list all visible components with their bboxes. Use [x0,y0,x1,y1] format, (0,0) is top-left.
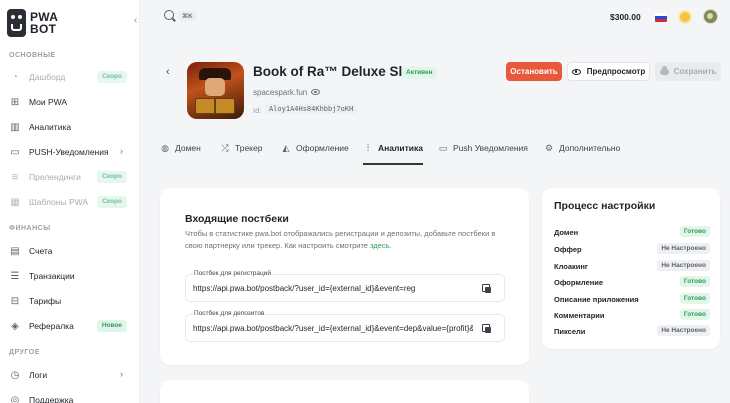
field-label: Постбек для депозитов [193,310,266,317]
tariffs-icon: ⊟ [10,295,20,307]
sidebar-item-transactions[interactable]: ☰ Транзакции [9,267,131,285]
id-value[interactable]: Aloy1A4Hs84Khbbj7oKH [265,104,358,114]
chevron-right-icon: › [120,146,123,156]
setup-progress-card: Процесс настройки Домен Готово Оффер Не … [542,188,720,349]
prelanding-icon: ≋ [10,171,20,183]
help-link[interactable]: здесь [370,241,389,250]
analytics-icon: ⫶ [366,142,370,153]
status-badge: Готово [679,309,710,320]
sidebar-item-referral[interactable]: ◈ Рефералка Новое [9,317,131,335]
globe-icon: ◍ [161,142,169,153]
setup-step: Пиксели Не Настроено [554,325,710,338]
chevron-right-icon: › [120,369,123,379]
cloud-upload-icon [659,65,669,75]
setup-step: Оффер Не Настроено [554,243,710,256]
gear-icon: ⚙ [544,142,554,153]
setup-title: Процесс настройки [554,200,656,212]
postback-registration-field[interactable]: Постбек для регистраций https://api.pwa.… [185,270,505,302]
tab-push[interactable]: ▭ Push Уведомления [438,143,528,165]
transactions-icon: ☰ [10,270,20,282]
collapse-sidebar-icon[interactable]: ‹ [134,15,137,26]
logo[interactable]: PWA BOT [7,9,58,37]
tab-design[interactable]: ◭ Оформление [281,143,349,165]
status-badge: Активен [402,67,437,79]
logo-text: PWA BOT [30,10,59,36]
soon-badge: Скоро [97,196,127,208]
sidebar-item-support[interactable]: ◎ Поддержка [9,391,131,403]
eye-icon[interactable] [311,89,320,95]
language-flag-icon[interactable] [655,13,667,22]
search-shortcut-hint: ⌘K [178,11,197,21]
sidebar-item-analytics[interactable]: ▥ Аналитика [9,118,131,136]
postbacks-card: Входящие постбеки Чтобы в статистике pwa… [160,188,529,365]
sidebar-item-dashboard[interactable]: ◔ Дашборд Скоро [9,68,131,86]
tab-domain[interactable]: ◍ Домен [160,143,201,165]
templates-icon: ▦ [10,196,20,208]
copy-icon[interactable] [482,324,491,333]
app-icon-image [187,62,244,119]
robot-logo-icon [7,9,26,37]
design-icon: ◭ [282,142,290,153]
status-badge: Готово [679,276,710,287]
support-icon: ◎ [10,394,20,403]
section-title-main: ОСНОВНЫЕ [9,52,56,59]
setup-step: Домен Готово [554,226,710,239]
sidebar: PWA BOT ОСНОВНЫЕ ◔ Дашборд Скоро ⊞ Мои P… [0,0,140,403]
preview-button[interactable]: Предпросмотр [567,62,650,81]
status-badge: Готово [679,293,710,304]
setup-step: Описание приложения Готово [554,293,710,306]
dashboard-icon: ◔ [11,71,19,83]
bills-icon: ▤ [10,245,20,257]
tab-tracker[interactable]: ⤮ Трекер [220,143,262,165]
status-badge: Не Настроено [657,325,710,336]
chat-icon: ▭ [438,142,448,153]
tab-analytics[interactable]: ⫶ Аналитика [363,143,423,165]
sun-icon[interactable] [680,12,690,22]
sidebar-item-tariffs[interactable]: ⊟ Тарифы [9,292,131,310]
soon-badge: Скоро [97,71,127,83]
my-pwa-icon: ⊞ [10,96,20,108]
app-domain[interactable]: spacespark.fun [253,88,307,97]
app-title: Book of Ra™ Deluxe Slot [253,64,416,79]
save-button[interactable]: Сохранить [655,62,721,81]
field-value: https://api.pwa.bot/postback/?user_id={e… [193,284,416,293]
tab-extra[interactable]: ⚙ Дополнительно [544,143,620,165]
id-label: Id: [253,106,262,115]
status-badge: Не Настроено [657,260,710,271]
sidebar-item-logs[interactable]: ◷ Логи › [9,366,131,384]
section-title-other: ДРУГОЕ [9,349,40,356]
setup-step: Оформление Готово [554,276,710,289]
field-label: Постбек для регистраций [193,270,273,277]
sidebar-item-bills[interactable]: ▤ Счета [9,242,131,260]
sidebar-item-prelanding[interactable]: ≋ Прелендинги Скоро [9,168,131,186]
analytics-icon: ▥ [10,121,20,133]
status-badge: Не Настроено [657,243,710,254]
balance[interactable]: $300.00 [610,12,641,22]
search-icon[interactable] [164,10,174,20]
postback-deposit-field[interactable]: Постбек для депозитов https://api.pwa.bo… [185,310,505,342]
new-badge: Новое [96,320,127,332]
section-title-finance: ФИНАНСЫ [9,225,51,232]
copy-icon[interactable] [482,284,491,293]
sidebar-item-my-pwa[interactable]: ⊞ Мои PWA [9,93,131,111]
shuffle-icon: ⤮ [221,142,229,153]
card-description: Чтобы в статистике pwa.bot отображались … [185,229,496,250]
eye-icon [571,68,581,75]
logs-icon: ◷ [10,369,20,381]
back-arrow-icon[interactable]: ‹ [166,66,170,78]
referral-icon: ◈ [11,320,19,332]
soon-badge: Скоро [97,171,127,183]
status-badge: Готово [679,226,710,237]
avatar[interactable] [703,9,718,24]
card-title: Входящие постбеки [185,213,289,225]
setup-step: Клоакинг Не Настроено [554,260,710,273]
secondary-card [160,380,529,403]
field-value: https://api.pwa.bot/postback/?user_id={e… [193,324,473,333]
sidebar-item-templates[interactable]: ▦ Шаблоны PWA Скоро [9,193,131,211]
push-icon: ▭ [10,146,20,158]
sidebar-item-push[interactable]: ▭ PUSH-Уведомления › [9,143,131,161]
stop-button[interactable]: Остановить [506,62,562,81]
setup-step: Комментарии Готово [554,309,710,322]
